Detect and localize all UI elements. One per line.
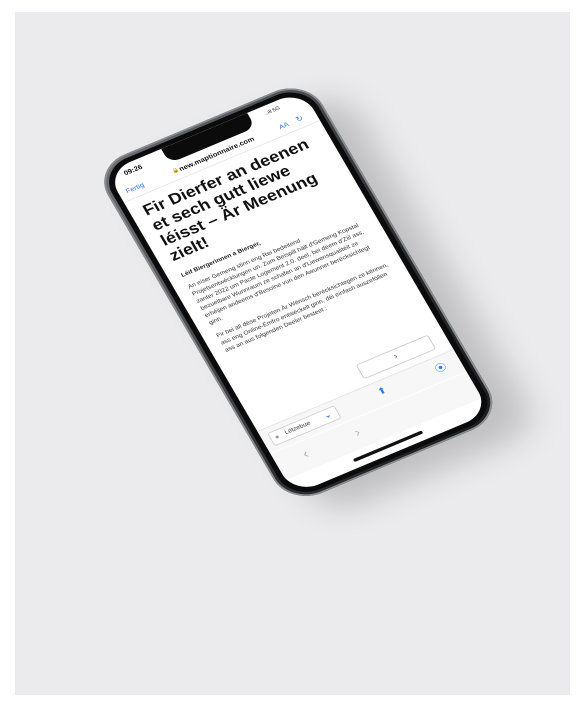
- text-size-button[interactable]: AA: [277, 121, 290, 131]
- language-label: Lëtzebue: [283, 420, 312, 436]
- compass-icon[interactable]: ⦿: [432, 359, 449, 376]
- reload-icon[interactable]: ↻: [294, 114, 305, 125]
- chevron-down-icon: ⌄: [322, 411, 333, 420]
- globe-icon: ●: [273, 432, 282, 441]
- forward-icon[interactable]: ›: [351, 426, 363, 441]
- back-icon[interactable]: ‹: [300, 447, 312, 462]
- share-icon[interactable]: ⬆: [375, 385, 389, 397]
- phone-mockup: 09:26 ..ıll 5G Fertig 🔒 new.maptionnaire…: [92, 78, 542, 580]
- status-signal: ..ıll 5G: [263, 105, 282, 117]
- done-button[interactable]: Fertig: [124, 181, 145, 195]
- phone: 09:26 ..ıll 5G Fertig 🔒 new.maptionnaire…: [92, 78, 542, 518]
- status-time: 09:26: [122, 163, 144, 177]
